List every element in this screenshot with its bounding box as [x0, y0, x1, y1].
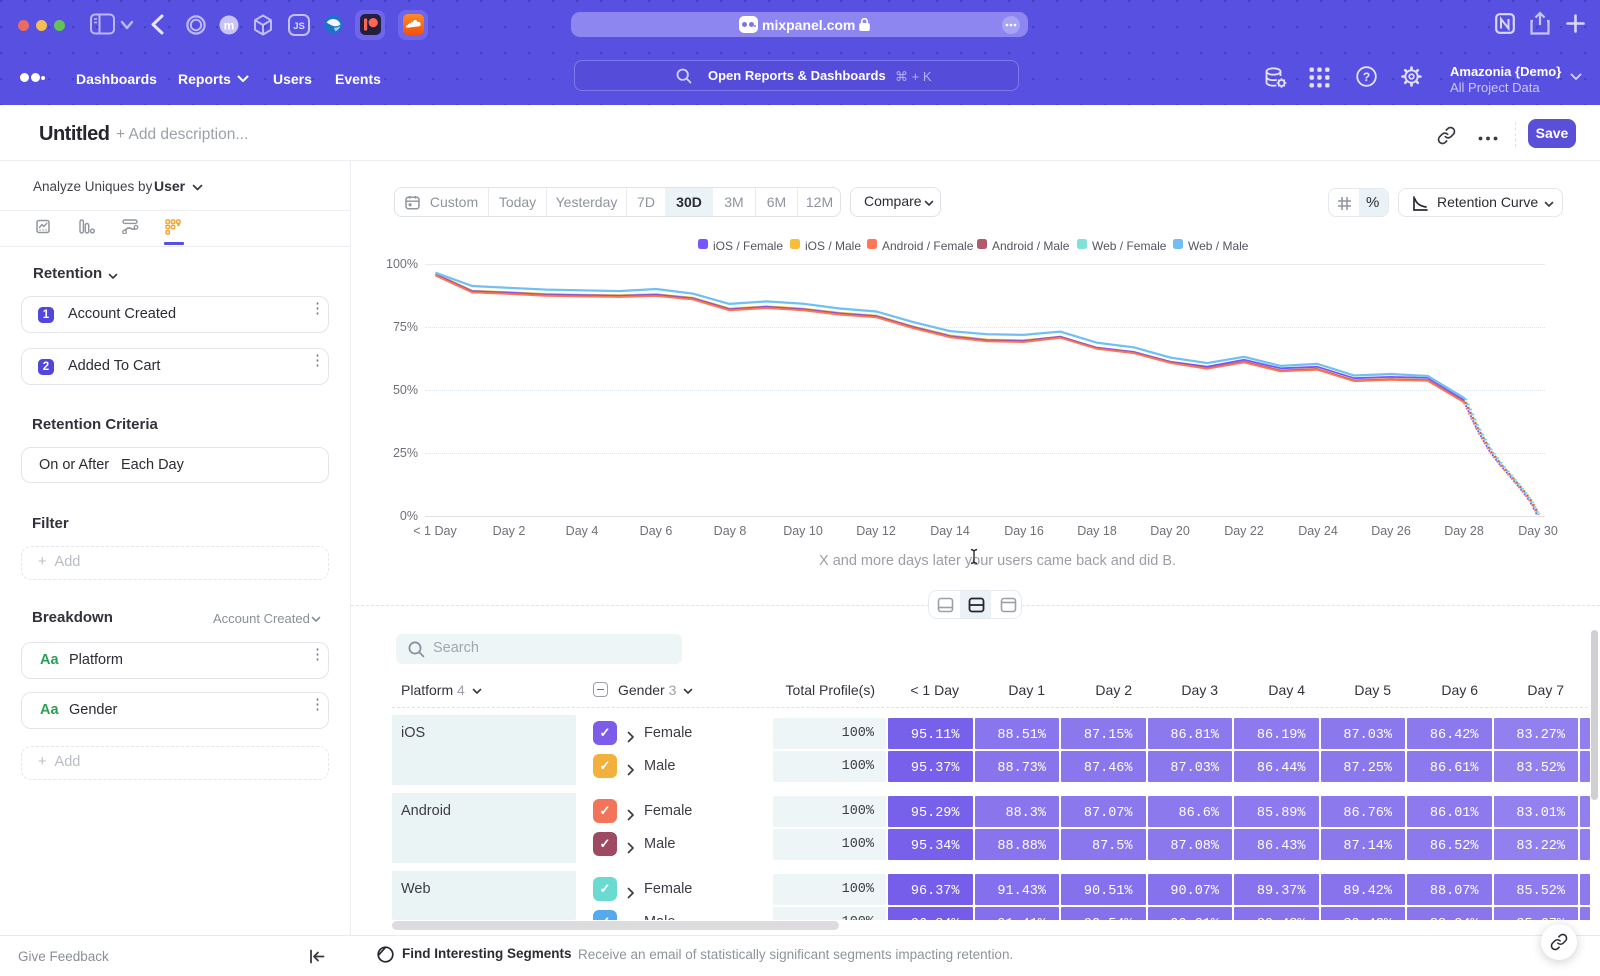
svg-text:?: ? — [1363, 70, 1370, 84]
svg-text:m: m — [224, 19, 235, 33]
svg-text:JS: JS — [293, 21, 305, 32]
